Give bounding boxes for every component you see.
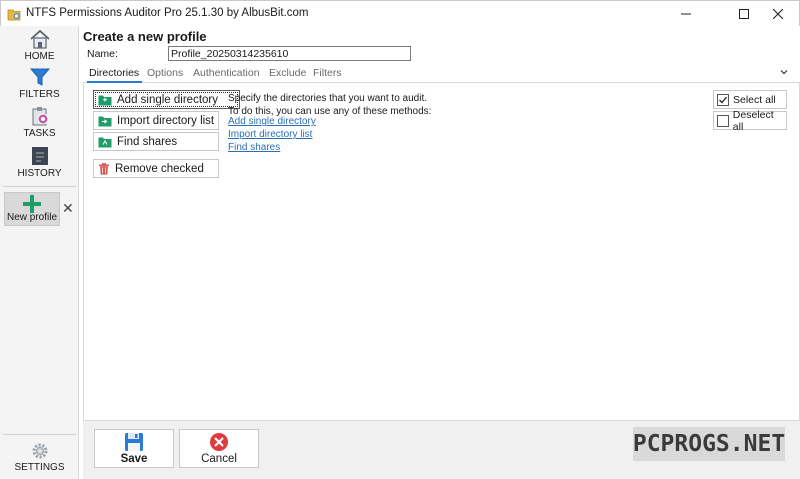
description-line-1: Specify the directories that you want to… [228, 93, 427, 104]
add-single-directory-link[interactable]: Add single directory [228, 116, 316, 127]
tab-options[interactable]: Options [147, 67, 183, 79]
save-button[interactable]: Save [94, 429, 174, 468]
add-single-directory-button[interactable]: Add single directory [93, 90, 240, 109]
import-directory-list-button[interactable]: Import directory list [93, 111, 219, 130]
tab-strip: Directories Options Authentication Exclu… [83, 66, 800, 83]
close-profile-tab-icon[interactable]: ✕ [62, 201, 74, 215]
nav-home-label: HOME [24, 51, 55, 62]
title-bar: NTFS Permissions Auditor Pro 25.1.30 by … [0, 0, 800, 26]
nav-history[interactable]: HISTORY [0, 146, 79, 179]
funnel-icon [29, 68, 50, 86]
nav-filters-label: FILTERS [19, 89, 60, 100]
minimize-icon [681, 13, 691, 15]
history-icon [31, 147, 48, 165]
nav-settings-label: SETTINGS [14, 462, 65, 473]
save-label: Save [120, 453, 148, 465]
directories-description: Specify the directories that you want to… [228, 92, 431, 118]
profile-name-input[interactable] [168, 46, 411, 61]
app-icon [7, 9, 21, 21]
cancel-label: Cancel [201, 453, 237, 465]
minimize-button[interactable] [663, 1, 709, 27]
close-icon [773, 9, 783, 19]
deselect-all-label: Deselect all [732, 108, 774, 133]
select-all-checkbox [717, 93, 729, 106]
main-content: Create a new profile Name: Directories O… [83, 26, 800, 479]
tab-exclude[interactable]: Exclude [269, 67, 306, 79]
tasks-icon [32, 107, 48, 126]
watermark: PCPROGS.NET [633, 427, 785, 461]
find-shares-link[interactable]: Find shares [228, 142, 280, 153]
tab-directories[interactable]: Directories [89, 67, 139, 79]
nav-new-profile-label: New profile [6, 212, 58, 223]
nav-tasks-label: TASKS [23, 128, 56, 139]
window-title: NTFS Permissions Auditor Pro 25.1.30 by … [26, 7, 309, 19]
deselect-all-button[interactable]: Deselect all [713, 108, 787, 133]
floppy-disk-icon [125, 433, 143, 451]
find-shares-button[interactable]: Find shares [93, 132, 219, 151]
nav-history-label: HISTORY [17, 168, 62, 179]
nav-settings[interactable]: SETTINGS [0, 442, 79, 473]
import-directory-list-label: Import directory list [117, 114, 215, 127]
select-all-label: Select all [733, 93, 776, 106]
nav-filters[interactable]: FILTERS [0, 67, 79, 100]
folder-share-icon [98, 137, 112, 147]
add-single-directory-label: Add single directory [117, 93, 218, 106]
nav-divider [3, 434, 76, 435]
left-nav: HOME FILTERS TASKS HISTORY New profile ✕… [0, 26, 79, 479]
deselect-all-checkbox [717, 114, 729, 127]
select-all-button[interactable]: Select all [713, 90, 787, 109]
name-label: Name: [87, 48, 118, 60]
trash-icon [99, 162, 109, 174]
remove-checked-label: Remove checked [115, 162, 204, 175]
folder-add-icon [98, 95, 112, 105]
import-directory-list-link[interactable]: Import directory list [228, 129, 312, 140]
tab-authentication[interactable]: Authentication [193, 67, 260, 79]
plus-icon [23, 195, 41, 213]
nav-home[interactable]: HOME [0, 29, 79, 62]
home-icon [29, 29, 50, 49]
nav-divider [3, 186, 76, 187]
nav-new-profile[interactable]: New profile [4, 192, 60, 226]
cancel-icon [210, 433, 228, 451]
gear-icon [32, 443, 47, 459]
tab-filters[interactable]: Filters [313, 67, 342, 79]
page-title: Create a new profile [83, 29, 207, 44]
maximize-icon [739, 9, 749, 19]
remove-checked-button[interactable]: Remove checked [93, 159, 219, 178]
checkmark-icon [719, 96, 728, 103]
find-shares-label: Find shares [117, 135, 178, 148]
nav-tasks[interactable]: TASKS [0, 106, 79, 139]
chevron-down-icon[interactable] [780, 68, 788, 76]
cancel-button[interactable]: Cancel [179, 429, 259, 468]
close-window-button[interactable] [755, 1, 800, 27]
folder-import-icon [98, 116, 112, 126]
